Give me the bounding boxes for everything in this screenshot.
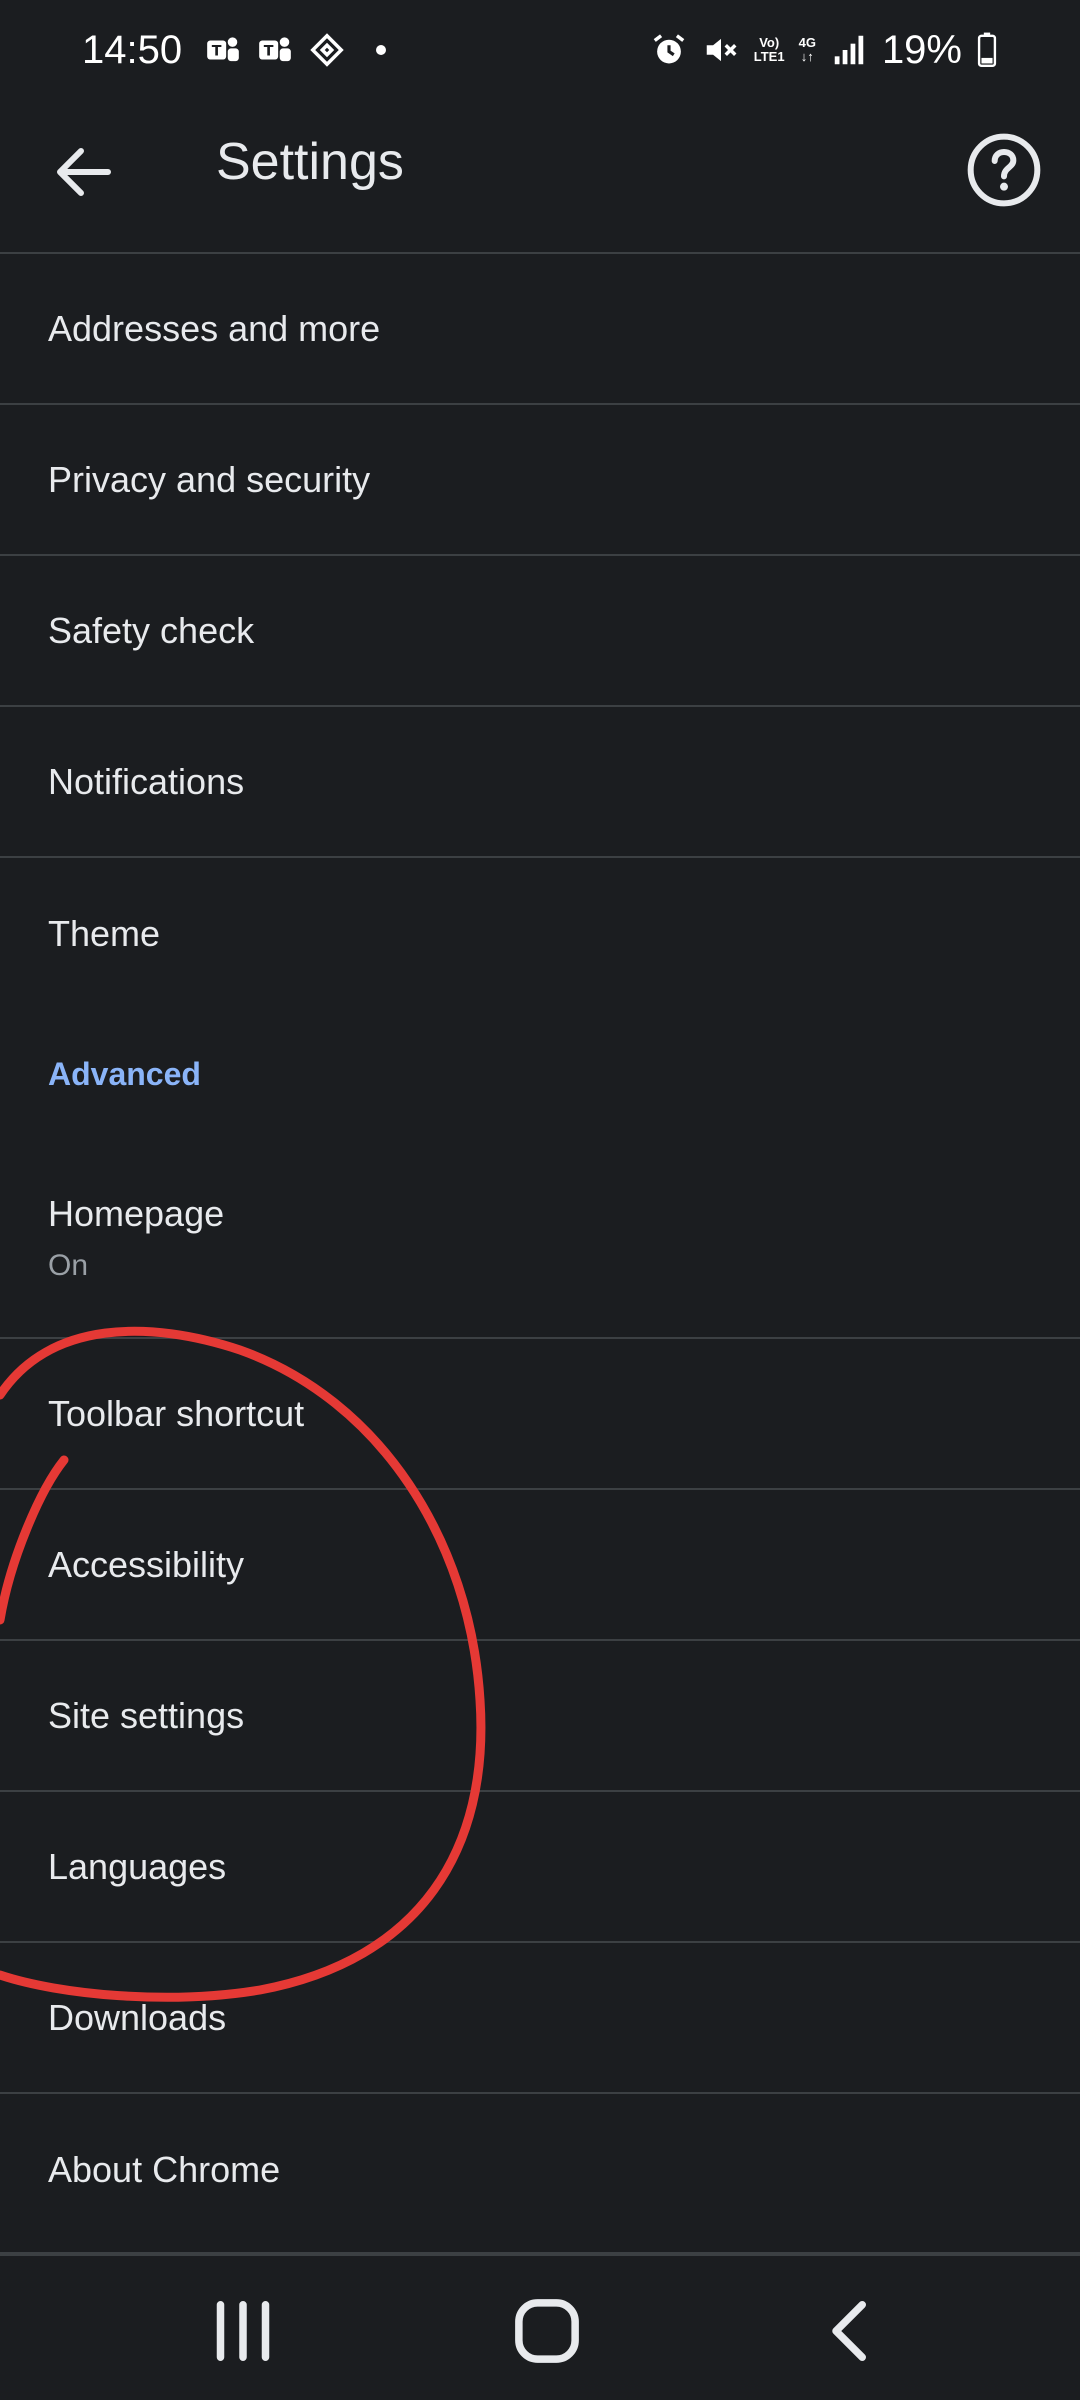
list-item-safety-check[interactable]: Safety check bbox=[0, 556, 1080, 707]
svg-text:T: T bbox=[212, 44, 222, 60]
list-item-label: Privacy and security bbox=[48, 458, 371, 500]
list-item-label: Addresses and more bbox=[48, 307, 381, 349]
notification-dot bbox=[376, 45, 387, 55]
list-item-addresses[interactable]: Addresses and more bbox=[0, 254, 1080, 405]
svg-text:T: T bbox=[264, 44, 274, 60]
battery-percent: 19% bbox=[881, 27, 962, 72]
teams-icon: T bbox=[204, 31, 242, 69]
help-circle-icon bbox=[967, 133, 1041, 207]
list-item-label: Homepage bbox=[48, 1193, 225, 1234]
clock: 14:50 bbox=[82, 27, 183, 72]
system-nav-bar bbox=[0, 2252, 1080, 2400]
settings-list: Addresses and more Privacy and security … bbox=[0, 254, 1080, 2245]
list-item-label: Safety check bbox=[48, 609, 255, 651]
binance-icon bbox=[308, 31, 346, 69]
list-item-homepage[interactable]: Homepage On bbox=[0, 1139, 1080, 1339]
list-item-label: Accessibility bbox=[48, 1543, 245, 1585]
home-button[interactable] bbox=[502, 2286, 592, 2376]
list-item-label: Theme bbox=[48, 912, 161, 954]
network-type-label: 4G bbox=[798, 35, 816, 50]
app-bar: Settings bbox=[0, 100, 1080, 254]
list-item-privacy[interactable]: Privacy and security bbox=[0, 405, 1080, 556]
back-button[interactable] bbox=[48, 136, 120, 208]
recents-icon bbox=[216, 2301, 270, 2361]
mute-icon bbox=[702, 31, 740, 69]
list-item-toolbar-shortcut[interactable]: Toolbar shortcut bbox=[0, 1339, 1080, 1490]
back-chevron-icon bbox=[832, 2301, 866, 2361]
volte-bottom-label: LTE1 bbox=[753, 49, 785, 64]
volte-icon: Vo) LTE1 bbox=[754, 36, 785, 64]
list-item-label: About Chrome bbox=[48, 2148, 281, 2190]
list-item-label: Toolbar shortcut bbox=[48, 1392, 305, 1434]
signal-icon bbox=[830, 31, 868, 69]
data-arrows-icon: ↓↑ bbox=[800, 49, 814, 64]
arrow-left-icon bbox=[57, 148, 111, 196]
section-header-advanced: Advanced bbox=[48, 1055, 201, 1092]
list-item-languages[interactable]: Languages bbox=[0, 1792, 1080, 1943]
list-item-notifications[interactable]: Notifications bbox=[0, 707, 1080, 858]
recents-button[interactable] bbox=[198, 2286, 288, 2376]
teams-icon: T bbox=[256, 31, 294, 69]
page-title: Settings bbox=[216, 133, 404, 191]
list-item-theme[interactable]: Theme bbox=[0, 858, 1080, 1009]
alarm-icon bbox=[650, 31, 688, 69]
list-item-sublabel: On bbox=[48, 1249, 89, 1282]
4g-icon: 4G ↓↑ bbox=[799, 36, 816, 64]
status-left: 14:50 T T bbox=[82, 27, 387, 73]
list-item-label: Notifications bbox=[48, 760, 245, 802]
battery-icon bbox=[976, 31, 998, 69]
system-back-button[interactable] bbox=[806, 2286, 896, 2376]
list-item-about-chrome[interactable]: About Chrome bbox=[0, 2094, 1080, 2245]
volte-top-label: Vo) bbox=[759, 35, 780, 50]
help-button[interactable] bbox=[964, 130, 1044, 210]
home-icon bbox=[515, 2299, 579, 2363]
list-item-label: Languages bbox=[48, 1845, 227, 1887]
status-bar: 14:50 T T Vo) LTE1 4G ↓↑ 19% bbox=[0, 0, 1080, 100]
list-item-accessibility[interactable]: Accessibility bbox=[0, 1490, 1080, 1641]
list-item-downloads[interactable]: Downloads bbox=[0, 1943, 1080, 2094]
list-item-label: Site settings bbox=[48, 1694, 245, 1736]
status-right: Vo) LTE1 4G ↓↑ 19% bbox=[650, 28, 998, 73]
list-item-site-settings[interactable]: Site settings bbox=[0, 1641, 1080, 1792]
list-item-label: Downloads bbox=[48, 1996, 227, 2038]
